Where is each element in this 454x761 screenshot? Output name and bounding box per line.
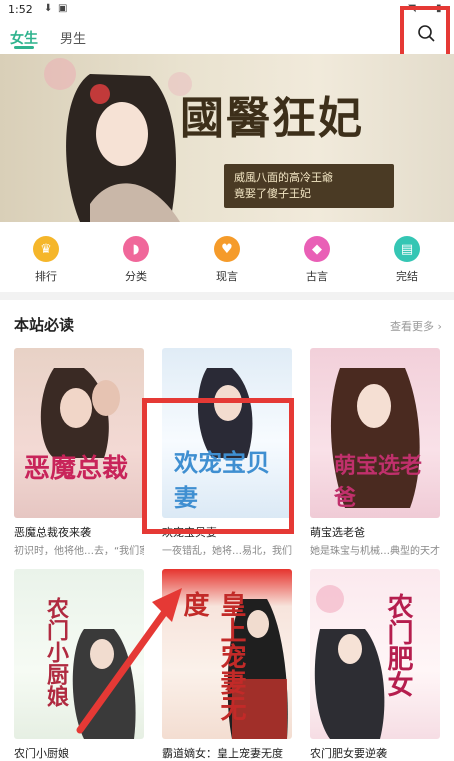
category-label: 分类 <box>125 270 147 283</box>
cover-illustration <box>314 585 385 739</box>
category-ancient[interactable]: ◆ 古言 <box>287 236 347 284</box>
category-ranking[interactable]: ♛ 排行 <box>16 236 76 284</box>
book-description: 初识时，他将他…去，“我们家的 <box>14 546 144 557</box>
top-tabs: 女生 男生 <box>0 20 454 54</box>
section-divider <box>0 292 454 300</box>
cover-title: 农门肥女 <box>383 593 413 697</box>
status-bar: 1:52 ⬇ ▣ ◥ ▮ <box>0 0 454 20</box>
book-card[interactable]: 农门肥女 农门肥女要逆袭 <box>310 569 440 761</box>
status-time: 1:52 <box>8 3 33 16</box>
see-more-label: 查看更多 <box>390 320 434 333</box>
download-icon: ⬇ <box>44 3 53 14</box>
category-label: 排行 <box>35 270 57 283</box>
notification-icon: ▣ <box>58 3 68 14</box>
category-classify[interactable]: ◗ 分类 <box>106 236 166 284</box>
tag-icon: ◆ <box>304 236 330 262</box>
cover-title: 恶魔总裁 <box>24 454 129 484</box>
book-title: 萌宝选老爸 <box>310 526 365 539</box>
category-row: ♛ 排行 ◗ 分类 ♥ 现言 ◆ 古言 ▤ 完结 <box>0 226 454 292</box>
banner-subtitle-line2: 竟娶了傻子王妃 <box>234 187 311 200</box>
book-card[interactable]: 萌宝选老爸 萌宝选老爸 她是珠宝与机械…典型的天才与白 <box>310 348 440 557</box>
section-title: 本站必读 <box>14 316 75 334</box>
book-icon: ▤ <box>394 236 420 262</box>
banner-title: 國醫狂妃 <box>180 93 364 144</box>
book-cover: 恶魔总裁 <box>14 348 144 518</box>
highlight-frame <box>142 398 294 534</box>
banner-illustration <box>44 58 192 222</box>
cover-illustration <box>40 368 120 458</box>
tab-male[interactable]: 男生 <box>60 28 86 47</box>
category-label: 现言 <box>216 270 238 283</box>
book-cover: 萌宝选老爸 <box>310 348 440 518</box>
book-title: 恶魔总裁夜来袭 <box>14 526 91 539</box>
category-label: 完结 <box>396 270 418 283</box>
chevron-right-icon: › <box>437 320 442 333</box>
search-icon <box>418 25 435 42</box>
pointer-arrow-icon <box>76 588 182 734</box>
book-description: 她是珠宝与机械…典型的天才与白 <box>310 546 440 557</box>
promo-banner[interactable]: 國醫狂妃 威風八面的高冷王爺 竟娶了傻子王妃 <box>0 54 454 222</box>
book-card[interactable]: 恶魔总裁 恶魔总裁夜来袭 初识时，他将他…去，“我们家的 <box>14 348 144 557</box>
see-more-link[interactable]: 查看更多 › <box>390 318 442 334</box>
trophy-icon: ♛ <box>33 236 59 262</box>
shoe-icon: ◗ <box>123 236 149 262</box>
banner-subtitle-line1: 威風八面的高冷王爺 <box>234 171 333 184</box>
book-cover: 农门肥女 <box>310 569 440 739</box>
category-label: 古言 <box>306 270 328 283</box>
tab-indicator <box>14 46 34 49</box>
tab-female[interactable]: 女生 <box>10 28 38 48</box>
cover-title: 萌宝选老爸 <box>334 453 423 511</box>
category-modern[interactable]: ♥ 现言 <box>197 236 257 284</box>
heart-icon: ♥ <box>214 236 240 262</box>
banner-subtitle: 威風八面的高冷王爺 竟娶了傻子王妃 <box>224 164 394 208</box>
book-description: 一夜错乱，她将…易北，我们是协 <box>162 546 292 557</box>
category-finished[interactable]: ▤ 完结 <box>377 236 437 284</box>
